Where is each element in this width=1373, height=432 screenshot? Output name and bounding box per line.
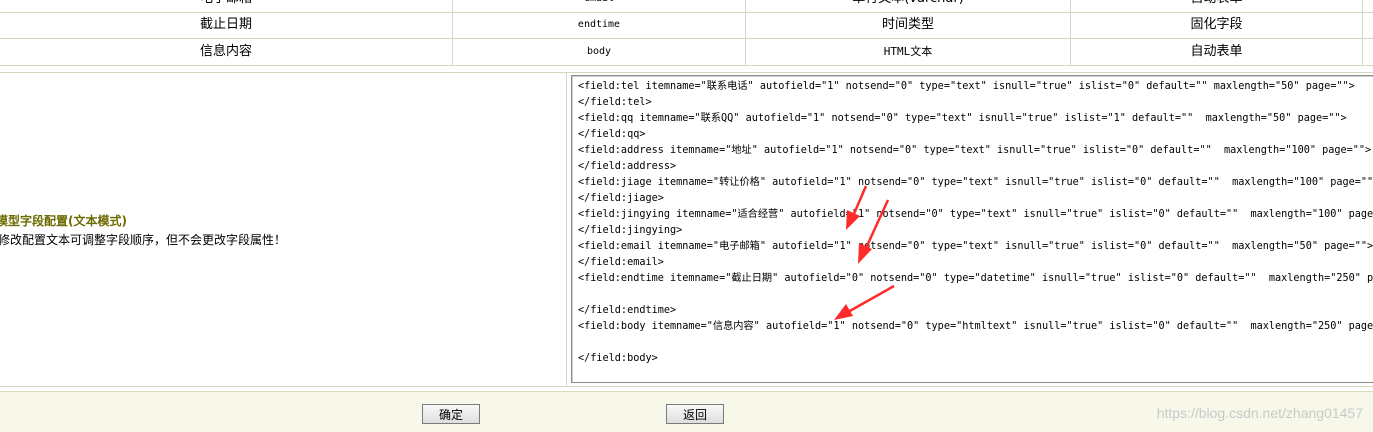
form-footer: 确定 返回 https://blog.csdn.net/zhang01457 — [0, 391, 1373, 432]
config-line: <field:email itemname="电子邮箱" autofield="… — [578, 241, 1373, 252]
field-label-cell: 截止日期 — [0, 12, 453, 38]
field-type-cell: HTML文本 — [746, 39, 1071, 65]
field-name-cell: email — [453, 0, 746, 12]
config-line: <field:address itemname="地址" autofield="… — [578, 145, 1372, 156]
field-name-cell: endtime — [453, 12, 746, 38]
confirm-button[interactable]: 确定 — [422, 404, 480, 424]
watermark: https://blog.csdn.net/zhang01457 — [1156, 405, 1363, 421]
config-line: <field:jiage itemname="转让价格" autofield="… — [578, 177, 1373, 188]
config-line: <field:qq itemname="联系QQ" autofield="1" … — [578, 113, 1347, 124]
config-description: 修改配置文本可调整字段顺序，但不会更改字段属性！ — [0, 233, 287, 247]
field-extra-cell — [1363, 0, 1373, 12]
config-line: </field:qq> — [578, 129, 646, 140]
table-row: 信息内容 body HTML文本 自动表单 — [0, 39, 1373, 66]
field-form-cell: 固化字段 — [1071, 12, 1363, 38]
back-button[interactable]: 返回 — [666, 404, 724, 424]
config-line: <field:tel itemname="联系电话" autofield="1"… — [578, 81, 1355, 92]
config-line: </field:endtime> — [578, 305, 677, 316]
config-line: <field:jingying itemname="适合经营" autofiel… — [578, 209, 1373, 220]
config-line: <field:body itemname="信息内容" autofield="1… — [578, 321, 1373, 332]
field-name-cell: body — [453, 39, 746, 65]
config-label: 模型字段配置(文本模式) 修改配置文本可调整字段顺序，但不会更改字段属性！ — [0, 212, 560, 248]
config-line: </field:body> — [578, 353, 658, 364]
field-type-cell: 单行文本(varchar) — [746, 0, 1071, 12]
config-line: </field:email> — [578, 257, 664, 268]
field-extra-cell — [1363, 39, 1373, 65]
section-divider — [0, 386, 1373, 387]
config-line: </field:tel> — [578, 97, 652, 108]
config-line: </field:jingying> — [578, 225, 683, 236]
field-type-cell: 时间类型 — [746, 12, 1071, 38]
table-row: 截止日期 endtime 时间类型 固化字段 — [0, 12, 1373, 39]
field-label-cell: 信息内容 — [0, 39, 453, 65]
field-form-cell: 自动表单 — [1071, 0, 1363, 12]
field-form-cell: 自动表单 — [1071, 39, 1363, 65]
field-label-cell: 电子邮箱 — [0, 0, 453, 12]
field-config-textarea[interactable]: <field:tel itemname="联系电话" autofield="1"… — [571, 75, 1373, 383]
field-extra-cell — [1363, 12, 1373, 38]
config-line: </field:address> — [578, 161, 677, 172]
config-title: 模型字段配置(文本模式) — [0, 214, 127, 228]
config-line: <field:endtime itemname="截止日期" autofield… — [578, 273, 1373, 284]
section-divider — [0, 72, 1373, 73]
column-divider — [566, 72, 567, 386]
config-line: </field:jiage> — [578, 193, 664, 204]
